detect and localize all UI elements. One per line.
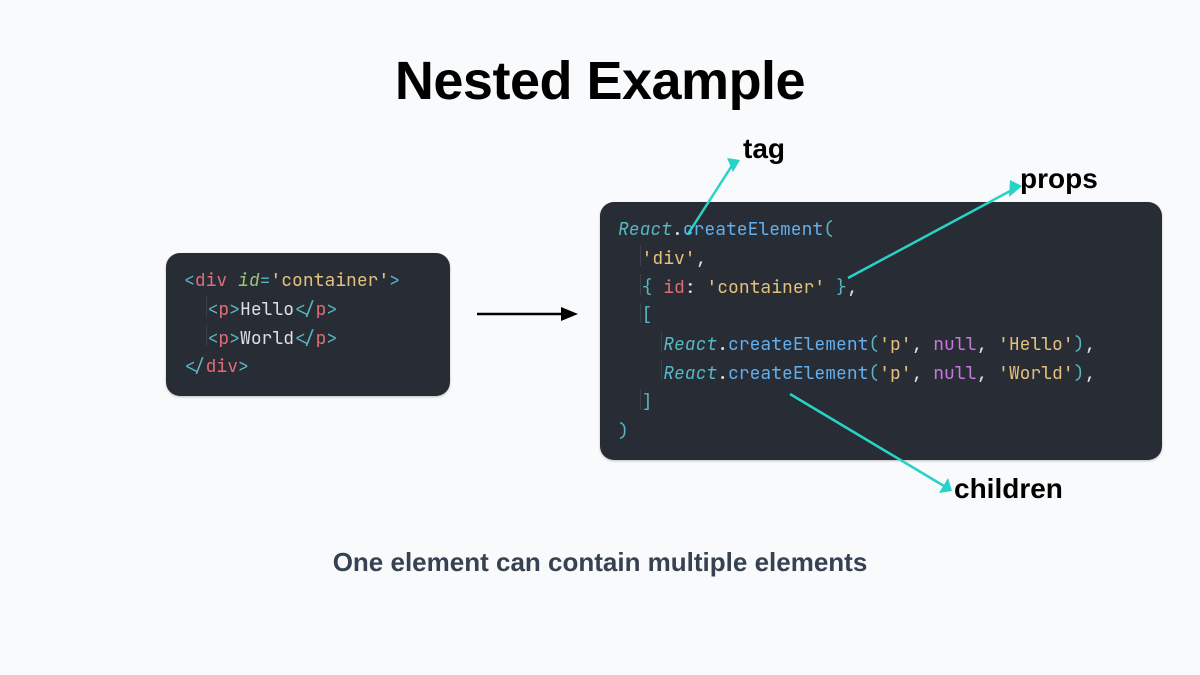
label-tag: tag bbox=[743, 133, 785, 165]
code-block-create-element: React.createElement( 'div', { id: 'conta… bbox=[600, 202, 1162, 460]
slide-title: Nested Example bbox=[0, 50, 1200, 112]
jsx-line-3: <p>World</p> bbox=[184, 325, 432, 354]
label-children: children bbox=[954, 473, 1063, 505]
jsx-line-4: </div> bbox=[184, 353, 432, 382]
caption: One element can contain multiple element… bbox=[0, 547, 1200, 578]
ce-line-1: React.createElement( bbox=[618, 216, 1144, 245]
ce-line-7: ] bbox=[618, 389, 1144, 418]
ce-line-6: React.createElement('p', null, 'World'), bbox=[618, 360, 1144, 389]
label-props: props bbox=[1020, 163, 1098, 195]
code-block-jsx: <div id='container'> <p>Hello</p> <p>Wor… bbox=[166, 253, 450, 396]
ce-line-2: 'div', bbox=[618, 245, 1144, 274]
ce-line-8: ) bbox=[618, 418, 1144, 447]
ce-line-5: React.createElement('p', null, 'Hello'), bbox=[618, 331, 1144, 360]
slide: Nested Example <div id='container'> <p>H… bbox=[0, 0, 1200, 675]
ce-line-4: [ bbox=[618, 302, 1144, 331]
ce-line-3: { id: 'container' }, bbox=[618, 274, 1144, 303]
jsx-line-1: <div id='container'> bbox=[184, 267, 432, 296]
jsx-line-2: <p>Hello</p> bbox=[184, 296, 432, 325]
